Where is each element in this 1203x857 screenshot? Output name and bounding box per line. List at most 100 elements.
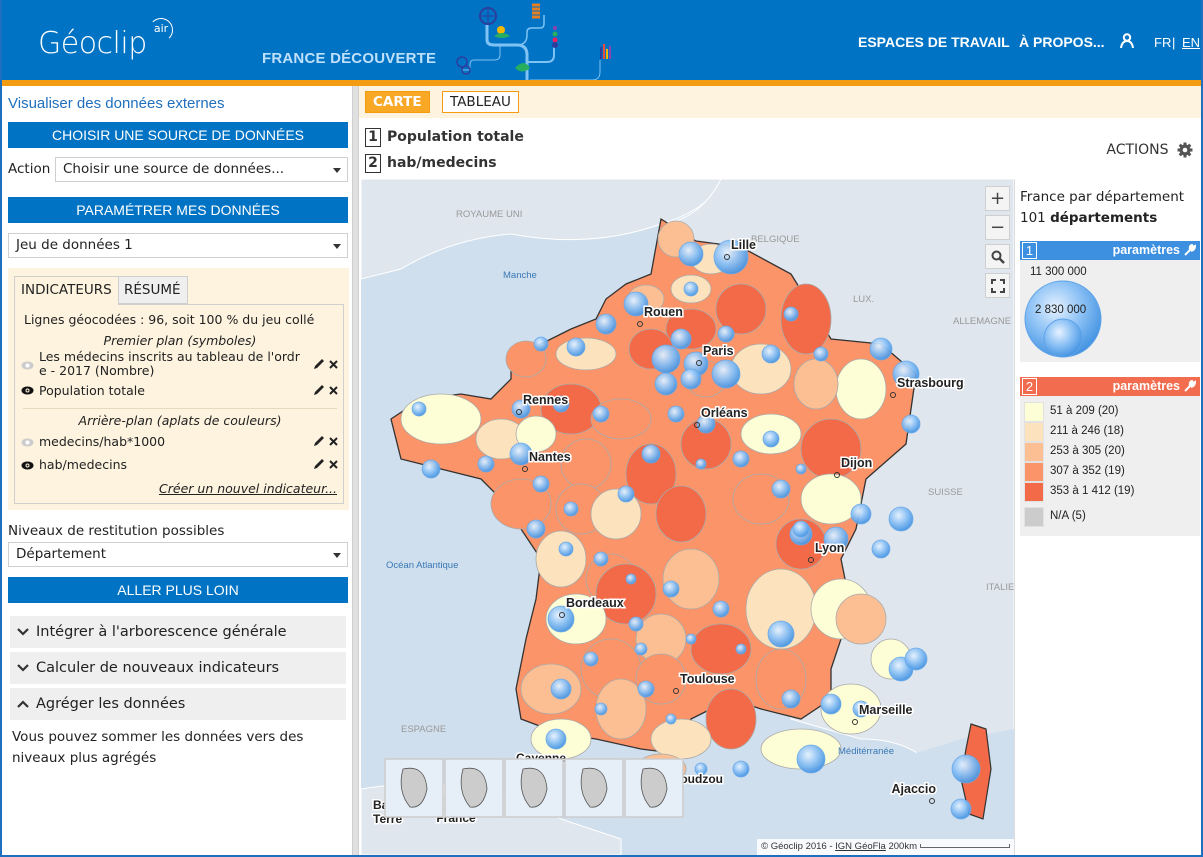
population-bubble bbox=[683, 281, 699, 297]
population-bubble bbox=[593, 551, 609, 567]
action-select[interactable]: Choisir une source de données... bbox=[55, 157, 348, 182]
scale-bar bbox=[920, 844, 1010, 849]
configure-data-button[interactable]: PARAMÉTRER MES DONNÉES bbox=[8, 197, 348, 223]
legend-class-label: N/A (5) bbox=[1050, 510, 1086, 522]
zoom-in-button[interactable]: + bbox=[985, 186, 1010, 211]
accordion-integrate[interactable]: Intégrer à l'arborescence générale bbox=[10, 616, 346, 648]
left-panel: Visualiser des données externes CHOISIR … bbox=[2, 86, 354, 855]
actions-menu[interactable]: ACTIONS bbox=[1106, 142, 1193, 158]
population-bubble bbox=[732, 760, 750, 778]
population-bubble bbox=[783, 306, 799, 322]
department-fill bbox=[650, 718, 712, 760]
map-canvas[interactable]: ROYAUME UNI BELGIQUE LUX. ALLEMAGNE SUISSE IT… bbox=[361, 179, 1014, 855]
create-indicator-link[interactable]: Créer un nouvel indicateur... bbox=[159, 481, 337, 496]
app-header: Géoclip air FRANCE DÉCOUVERTE ESPACES DE… bbox=[2, 0, 1201, 80]
header-illustration-icon bbox=[456, 3, 611, 80]
indicators-box: INDICATEURS RÉSUMÉ Lignes géocodées : 96… bbox=[8, 268, 349, 510]
population-bubble bbox=[767, 620, 795, 648]
city-label: Toulouse bbox=[680, 672, 735, 686]
population-bubble bbox=[594, 702, 608, 716]
nav-workspaces[interactable]: ESPACES DE TRAVAIL bbox=[858, 34, 1010, 50]
legend-class-label: 51 à 209 (20) bbox=[1050, 405, 1119, 417]
population-bubble bbox=[651, 344, 681, 374]
population-bubble bbox=[904, 647, 928, 671]
user-icon[interactable] bbox=[1119, 33, 1135, 49]
site-name: FRANCE DÉCOUVERTE bbox=[262, 50, 437, 67]
map-search-button[interactable] bbox=[985, 244, 1010, 269]
population-bubble bbox=[951, 754, 981, 784]
country-label: ALLEMAGNE bbox=[953, 316, 1011, 327]
edit-delete-icons[interactable] bbox=[311, 357, 341, 371]
dataset-select[interactable]: Jeu de données 1 bbox=[8, 233, 348, 258]
background-title: Arrière-plan (aplats de couleurs) bbox=[78, 413, 282, 428]
city-label: Orléans bbox=[701, 406, 748, 420]
legend-layer-1-header[interactable]: 1 paramètres bbox=[1020, 241, 1200, 260]
edit-delete-icons[interactable] bbox=[311, 457, 341, 471]
population-bubble bbox=[533, 336, 549, 352]
indicator-doctors[interactable]: Les médecins inscrits au tableau de l'or… bbox=[39, 350, 300, 378]
population-bubble bbox=[762, 430, 780, 448]
legend-class-label: 353 à 1 412 (19) bbox=[1050, 485, 1135, 497]
population-bubble bbox=[869, 337, 893, 361]
nav-about[interactable]: À PROPOS... bbox=[1019, 34, 1105, 50]
department-fill bbox=[400, 393, 482, 445]
country-label: ESPAGNE bbox=[401, 724, 446, 735]
go-further-button[interactable]: ALLER PLUS LOIN bbox=[8, 577, 348, 603]
population-bubble bbox=[411, 401, 427, 417]
lang-en[interactable]: EN bbox=[1182, 35, 1200, 50]
population-bubble bbox=[566, 337, 586, 357]
eye-icon[interactable] bbox=[21, 386, 34, 395]
fullscreen-button[interactable] bbox=[985, 273, 1010, 298]
eye-icon[interactable] bbox=[21, 461, 34, 470]
levels-select[interactable]: Département bbox=[8, 542, 348, 567]
indicator-hab-per-doctor[interactable]: hab/medecins bbox=[39, 457, 127, 472]
eye-hidden-icon[interactable] bbox=[21, 438, 34, 447]
tab-summary[interactable]: RÉSUMÉ bbox=[117, 276, 188, 304]
wrench-icon[interactable] bbox=[1184, 244, 1196, 256]
zoom-out-button[interactable]: − bbox=[985, 215, 1010, 240]
department-fill bbox=[793, 358, 839, 410]
panel-splitter[interactable] bbox=[352, 86, 359, 855]
divider bbox=[23, 408, 337, 409]
accordion-calculate[interactable]: Calculer de nouveaux indicateurs bbox=[10, 652, 346, 684]
ign-link[interactable]: IGN GéoFla bbox=[835, 841, 886, 852]
edit-delete-icons[interactable] bbox=[311, 383, 341, 397]
tab-table[interactable]: TABLEAU bbox=[442, 91, 519, 113]
wrench-icon[interactable] bbox=[1184, 380, 1196, 392]
lang-fr[interactable]: FR bbox=[1154, 35, 1171, 50]
population-bubble bbox=[717, 325, 735, 343]
logo[interactable]: Géoclip bbox=[38, 26, 147, 61]
city-label: Ajaccio bbox=[892, 782, 937, 796]
params-link[interactable]: paramètres bbox=[1113, 241, 1180, 259]
params-link[interactable]: paramètres bbox=[1113, 377, 1180, 395]
eye-hidden-icon[interactable] bbox=[21, 361, 34, 370]
population-bubble bbox=[628, 616, 644, 632]
tab-indicators[interactable]: INDICATEURS bbox=[14, 276, 119, 305]
population-bubble bbox=[583, 651, 599, 667]
tab-map[interactable]: CARTE bbox=[365, 91, 430, 113]
legend-symbols: 11 300 000 2 830 000 bbox=[1020, 260, 1200, 362]
department-fill bbox=[555, 337, 617, 371]
choose-source-button[interactable]: CHOISIR UNE SOURCE DE DONNÉES bbox=[8, 122, 348, 148]
map-svg[interactable]: ROYAUME UNI BELGIQUE LUX. ALLEMAGNE SUISSE IT… bbox=[361, 179, 1014, 855]
legend-layer-2-header[interactable]: 2 paramètres bbox=[1020, 377, 1200, 396]
population-bubble bbox=[712, 600, 730, 618]
population-bubble bbox=[662, 580, 680, 598]
legend-swatch bbox=[1024, 422, 1044, 442]
city-label: Dijon bbox=[841, 456, 872, 470]
population-bubble bbox=[888, 506, 914, 532]
population-bubble bbox=[813, 346, 829, 362]
indicator-population[interactable]: Population totale bbox=[39, 383, 145, 398]
city-label: Rennes bbox=[523, 393, 568, 407]
legend-swatch bbox=[1024, 482, 1044, 502]
country-label: ITALIE bbox=[986, 582, 1014, 593]
population-bubble bbox=[641, 444, 661, 464]
department-fill bbox=[835, 593, 887, 645]
edit-delete-icons[interactable] bbox=[311, 434, 341, 448]
legend-swatch bbox=[1024, 462, 1044, 482]
accordion-aggregate[interactable]: Agréger les données bbox=[10, 688, 346, 720]
population-bubble bbox=[678, 241, 704, 267]
city-label: Nantes bbox=[529, 450, 571, 464]
indicator-doctors-ratio[interactable]: medecins/hab*1000 bbox=[39, 434, 165, 449]
population-bubble bbox=[820, 693, 842, 715]
